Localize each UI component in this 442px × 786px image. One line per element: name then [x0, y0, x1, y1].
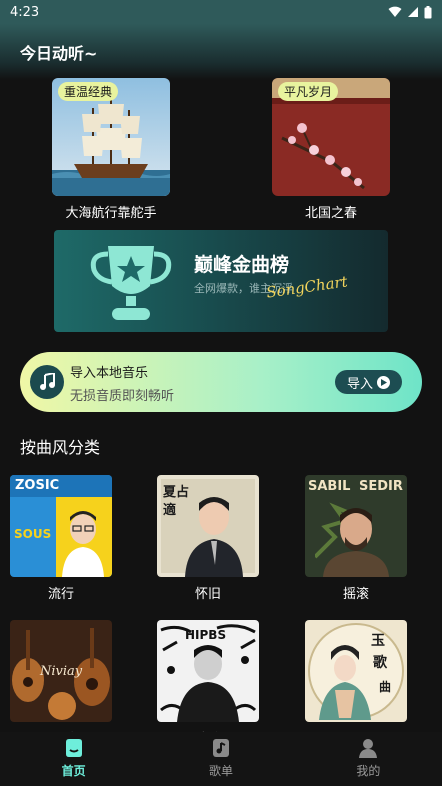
tab-home[interactable]: 首页: [0, 732, 147, 786]
import-title: 导入本地音乐: [70, 366, 149, 381]
cover-text: SEDIR: [359, 479, 403, 494]
featured-playlists: 重温经典 大海航行靠舵手 平凡岁月 北国之春: [0, 78, 442, 228]
genre-card-nostalgia[interactable]: 夏占 適 怀旧: [157, 475, 259, 602]
header: 今日动听~: [0, 24, 442, 80]
featured-title: 大海航行靠舵手: [65, 206, 157, 221]
genre-card-hiphop[interactable]: HIPBS 嘻哈: [157, 620, 259, 747]
portrait-figure: [185, 497, 243, 577]
featured-cover-blossom: 平凡岁月: [272, 78, 390, 196]
portrait-figure: [315, 502, 389, 577]
import-button-label: 导入: [346, 376, 373, 392]
chart-title: 巅峰金曲榜: [194, 254, 290, 276]
page-title: 今日动听~: [20, 44, 98, 63]
tab-label: 首页: [61, 764, 86, 778]
user-icon: [359, 739, 378, 758]
cover-text: 適: [163, 503, 177, 518]
cover-text: 玉: [371, 633, 385, 649]
guofeng-illustration: [308, 623, 404, 720]
genre-cover: ZOSIC SOUS: [10, 475, 112, 577]
genre-label: 怀旧: [194, 587, 221, 602]
genre-cover: 玉 歌 曲: [305, 620, 407, 722]
playlist-icon: [212, 739, 229, 757]
play-icon: [377, 375, 390, 389]
genre-label: 摇滚: [342, 587, 369, 602]
tab-label: 我的: [356, 764, 381, 778]
wifi-icon: [388, 6, 402, 17]
tab-playlists[interactable]: 歌单: [147, 732, 294, 786]
genre-label: 流行: [47, 587, 74, 602]
music-note-icon: [30, 365, 64, 399]
signal-icon: [408, 7, 418, 17]
genre-card-folk[interactable]: Niviay 民谣: [10, 620, 112, 747]
tab-label: 歌单: [208, 764, 233, 778]
cover-text: Niviay: [40, 664, 83, 679]
status-icons: [388, 5, 432, 19]
featured-badge: 重温经典: [58, 82, 119, 101]
cover-text: SOUS: [14, 527, 52, 541]
home-icon: [65, 739, 82, 757]
bottom-tab-bar: 首页 歌单 我的: [0, 732, 442, 786]
status-bar: 4:23: [0, 0, 442, 24]
genre-cover: Niviay: [10, 620, 112, 722]
featured-cover-ship: 重温经典: [52, 78, 170, 196]
genre-card-pop[interactable]: ZOSIC SOUS 流行: [10, 475, 112, 602]
trophy-icon: [90, 246, 172, 320]
featured-badge: 平凡岁月: [278, 82, 339, 101]
import-button[interactable]: 导入: [335, 370, 402, 394]
tab-me[interactable]: 我的: [295, 732, 442, 786]
status-time: 4:23: [10, 4, 40, 20]
cover-text: 歌: [373, 655, 387, 671]
featured-card-1[interactable]: 重温经典 大海航行靠舵手: [52, 78, 170, 221]
cover-text: HIPBS: [185, 628, 227, 642]
cover-text: SABIL: [308, 479, 351, 494]
genre-cover: HIPBS: [157, 620, 259, 722]
chart-banner[interactable]: 巅峰金曲榜 全网爆款，谁主沉浮 SongChart: [54, 230, 388, 332]
import-subtitle: 无损音质即刻畅听: [70, 389, 175, 404]
genre-cover: 夏占 適: [157, 475, 259, 577]
cover-text: ZOSIC: [15, 478, 60, 493]
genre-card-chinese-style[interactable]: 玉 歌 曲 国风: [305, 620, 407, 747]
battery-icon: [424, 5, 432, 18]
featured-card-2[interactable]: 平凡岁月 北国之春: [272, 78, 390, 221]
cover-text: 曲: [379, 680, 392, 694]
featured-title: 北国之春: [304, 206, 357, 221]
genre-cover: SABIL SEDIR: [305, 475, 407, 577]
portrait-figure: [62, 511, 104, 577]
genre-section-title: 按曲风分类: [20, 438, 101, 457]
genre-card-rock[interactable]: SABIL SEDIR 摇滚: [305, 475, 407, 602]
import-local-music-card[interactable]: 导入本地音乐 无损音质即刻畅听 导入: [20, 352, 422, 412]
